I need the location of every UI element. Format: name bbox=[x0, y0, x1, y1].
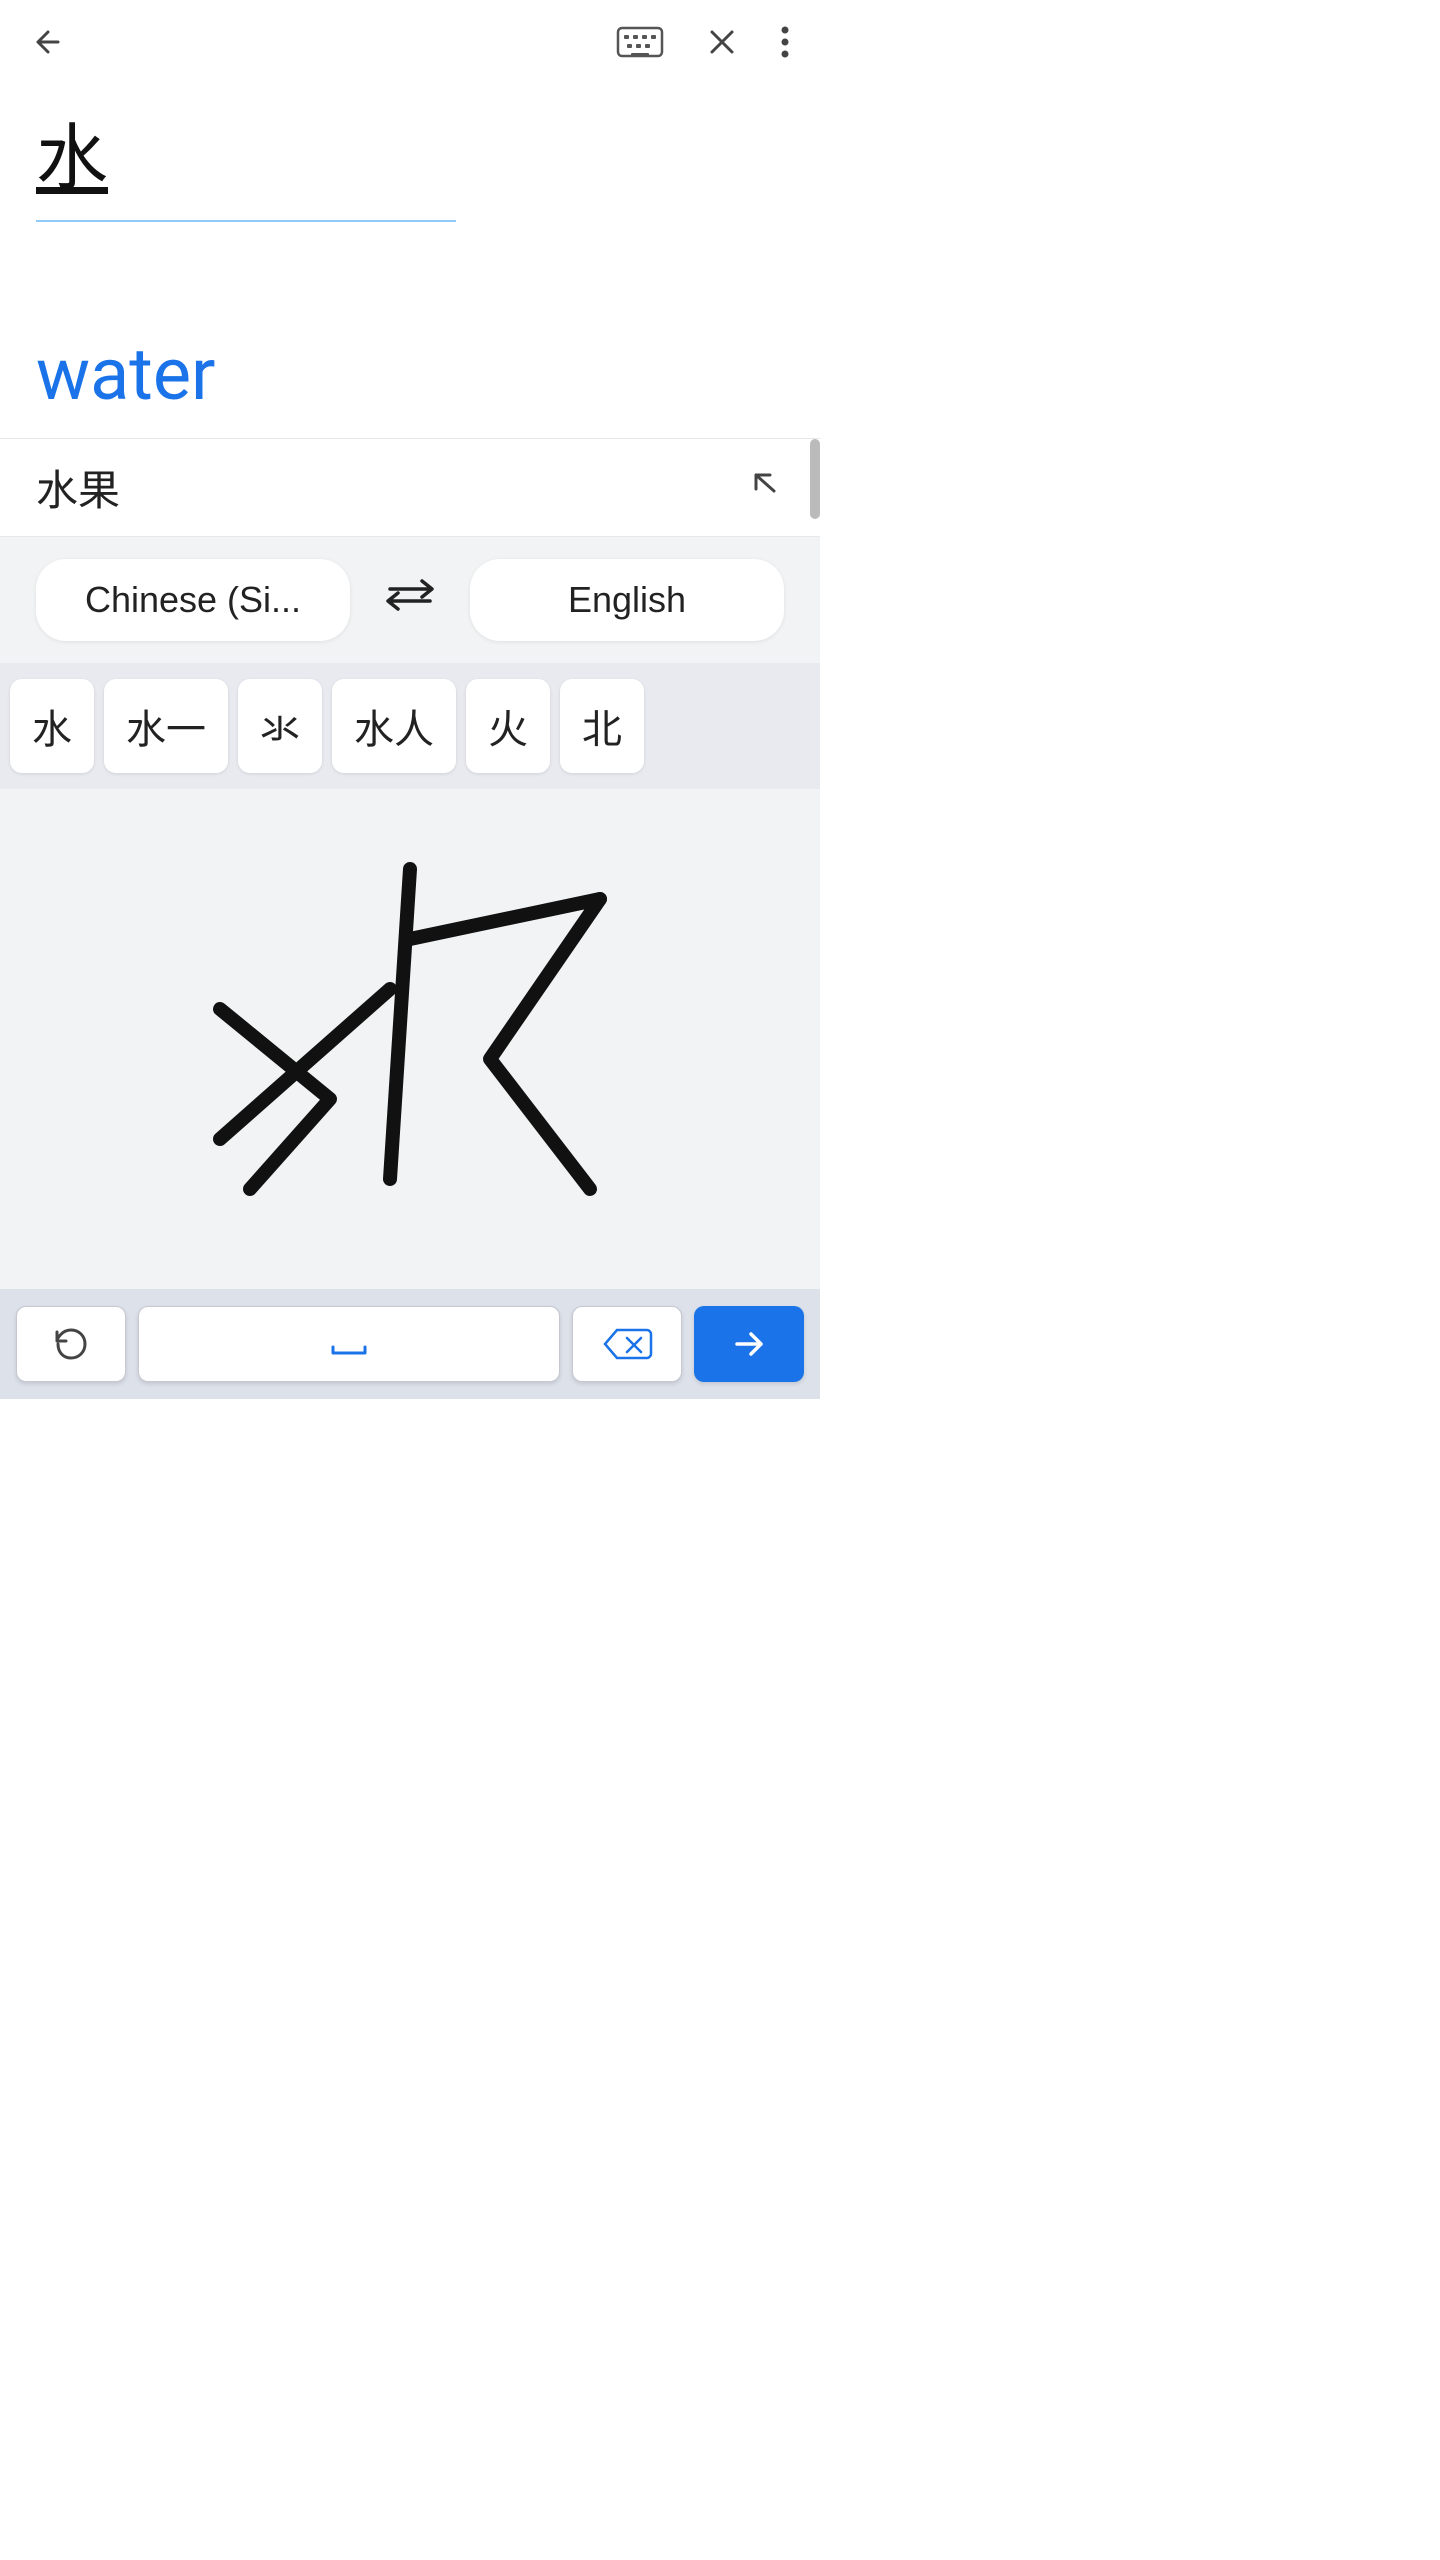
handwriting-area[interactable] bbox=[0, 789, 820, 1289]
char-suggestion-0[interactable]: 水 bbox=[10, 679, 94, 773]
back-icon bbox=[30, 24, 66, 60]
back-button[interactable] bbox=[24, 18, 72, 66]
char-suggestions: 水 水一 氺 水人 火 北 bbox=[0, 663, 820, 789]
more-button[interactable] bbox=[774, 18, 796, 66]
suggestion-text: 水果 bbox=[36, 457, 120, 518]
language-selector: Chinese (Si... English bbox=[0, 537, 820, 663]
keyboard-button[interactable] bbox=[610, 18, 670, 66]
source-language-button[interactable]: Chinese (Si... bbox=[36, 559, 350, 641]
translation-text: water bbox=[36, 332, 784, 418]
toolbar-left bbox=[24, 18, 72, 66]
handwriting-canvas bbox=[0, 789, 820, 1289]
close-icon bbox=[704, 24, 740, 60]
char-suggestion-2[interactable]: 氺 bbox=[238, 679, 322, 773]
undo-button[interactable] bbox=[16, 1306, 126, 1382]
translation-area: water bbox=[0, 296, 820, 438]
close-button[interactable] bbox=[698, 18, 746, 66]
char-suggestion-5[interactable]: 北 bbox=[560, 679, 644, 773]
input-divider bbox=[36, 220, 456, 222]
source-area[interactable]: 水 bbox=[0, 76, 820, 296]
delete-button[interactable] bbox=[572, 1306, 682, 1382]
undo-icon bbox=[49, 1322, 93, 1366]
char-suggestion-4[interactable]: 火 bbox=[466, 679, 550, 773]
scrollbar[interactable] bbox=[810, 439, 820, 519]
bottom-toolbar bbox=[0, 1289, 820, 1399]
space-icon bbox=[325, 1329, 373, 1359]
source-text: 水 bbox=[36, 116, 784, 202]
delete-icon bbox=[599, 1322, 655, 1366]
expand-icon bbox=[744, 463, 784, 512]
toolbar bbox=[0, 0, 820, 76]
toolbar-right bbox=[610, 18, 796, 66]
suggestion-row[interactable]: 水果 bbox=[0, 438, 820, 537]
enter-icon bbox=[727, 1322, 771, 1366]
keyboard-icon bbox=[616, 24, 664, 60]
char-suggestion-3[interactable]: 水人 bbox=[332, 679, 456, 773]
enter-button[interactable] bbox=[694, 1306, 804, 1382]
more-icon bbox=[780, 24, 790, 60]
target-language-button[interactable]: English bbox=[470, 559, 784, 641]
char-suggestion-1[interactable]: 水一 bbox=[104, 679, 228, 773]
space-button[interactable] bbox=[138, 1306, 560, 1382]
swap-icon bbox=[382, 575, 438, 615]
swap-languages-button[interactable] bbox=[366, 567, 454, 633]
